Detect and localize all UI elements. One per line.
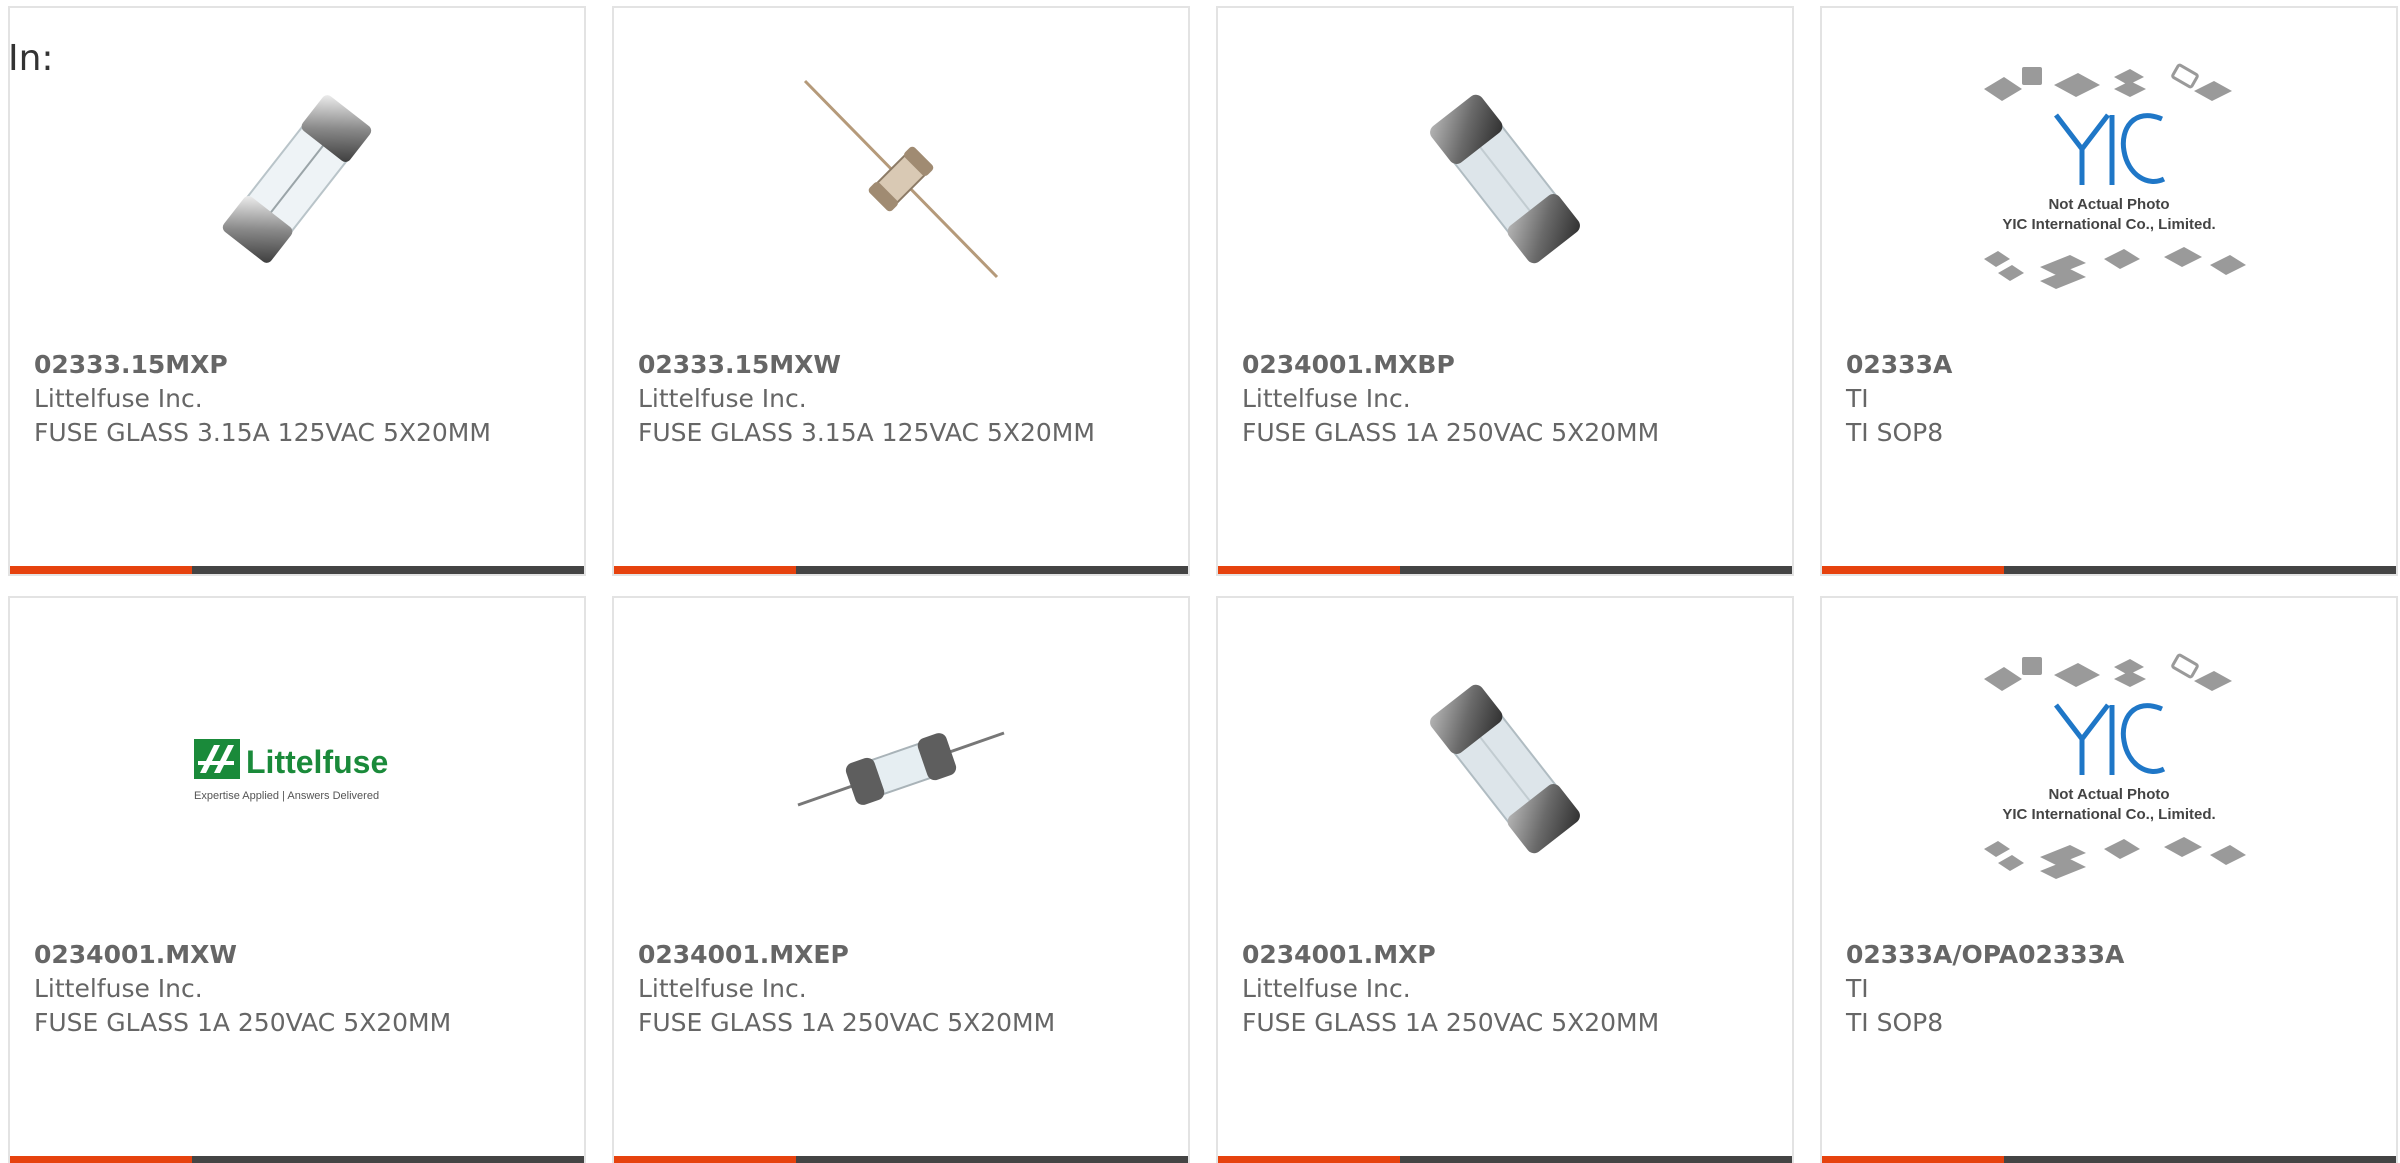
product-grid: 02333.15MXP Littelfuse Inc. FUSE GLASS 3… [8,6,2400,1163]
product-info: 0234001.MXBP Littelfuse Inc. FUSE GLASS … [1242,348,1768,450]
product-card[interactable]: 02333.15MXP Littelfuse Inc. FUSE GLASS 3… [8,6,586,576]
card-bottom-bar [10,566,584,574]
card-bottom-bar [10,1156,584,1163]
axial-fuse-icon [803,79,999,279]
product-info: 0234001.MXEP Littelfuse Inc. FUSE GLASS … [638,938,1164,1040]
product-image [614,68,1188,290]
product-card[interactable]: 02333.15MXW Littelfuse Inc. FUSE GLASS 3… [612,6,1190,576]
product-card[interactable]: Not Actual Photo YIC International Co., … [1820,596,2398,1163]
manufacturer: Littelfuse Inc. [638,384,807,413]
manufacturer: Littelfuse Inc. [638,974,807,1003]
product-info: 02333A TI TI SOP8 [1846,348,2372,450]
product-info: 0234001.MXP Littelfuse Inc. FUSE GLASS 1… [1242,938,1768,1040]
product-info: 02333.15MXP Littelfuse Inc. FUSE GLASS 3… [34,348,560,450]
placeholder-line2: YIC International Co., Limited. [2002,216,2215,233]
description: TI SOP8 [1846,418,1944,447]
axial-fuse-icon [797,731,1005,807]
part-number[interactable]: 02333.15MXP [34,348,560,382]
part-number[interactable]: 02333.15MXW [638,348,1164,382]
card-bottom-bar [1218,566,1792,574]
product-card[interactable]: 0234001.MXBP Littelfuse Inc. FUSE GLASS … [1216,6,1794,576]
manufacturer: Littelfuse Inc. [34,974,203,1003]
product-image [1218,658,1792,880]
manufacturer: Littelfuse Inc. [1242,974,1411,1003]
product-image [10,68,584,290]
product-image: Not Actual Photo YIC International Co., … [1822,63,2396,290]
part-number[interactable]: 0234001.MXEP [638,938,1164,972]
part-number[interactable]: 0234001.MXBP [1242,348,1768,382]
placeholder-line1: Not Actual Photo [2048,786,2169,803]
product-card[interactable]: 0234001.MXP Littelfuse Inc. FUSE GLASS 1… [1216,596,1794,1163]
part-number[interactable]: 0234001.MXP [1242,938,1768,972]
card-bottom-bar [1218,1156,1792,1163]
product-card[interactable]: Not Actual Photo YIC International Co., … [1820,6,2398,576]
product-info: 02333.15MXW Littelfuse Inc. FUSE GLASS 3… [638,348,1164,450]
glass-fuse-icon [1430,94,1580,264]
manufacturer: Littelfuse Inc. [34,384,203,413]
logo-brand: Littelfuse [246,744,388,780]
description: FUSE GLASS 1A 250VAC 5X20MM [638,1008,1056,1037]
placeholder-line1: Not Actual Photo [2048,196,2169,213]
product-results-page: In: 02333.15MXP Littelfuse Inc. FUSE GLA… [0,0,2400,1163]
description: FUSE GLASS 1A 250VAC 5X20MM [1242,1008,1660,1037]
product-card[interactable]: 0234001.MXEP Littelfuse Inc. FUSE GLASS … [612,596,1190,1163]
card-bottom-bar [614,566,1188,574]
product-image: Not Actual Photo YIC International Co., … [1822,653,2396,880]
glass-fuse-icon [1430,684,1580,854]
card-bottom-bar [1822,566,2396,574]
description: FUSE GLASS 3.15A 125VAC 5X20MM [34,418,491,447]
card-bottom-bar [614,1156,1188,1163]
product-image [1218,68,1792,290]
product-card[interactable]: Littelfuse Expertise Applied | Answers D… [8,596,586,1163]
part-number[interactable]: 02333A/OPA02333A [1846,938,2372,972]
yic-placeholder-image: Not Actual Photo YIC International Co., … [1984,63,2246,289]
description: TI SOP8 [1846,1008,1944,1037]
glass-fuse-icon [222,95,372,263]
littelfuse-logo: Littelfuse Expertise Applied | Answers D… [194,739,388,802]
part-number[interactable]: 02333A [1846,348,2372,382]
placeholder-line2: YIC International Co., Limited. [2002,806,2215,823]
description: FUSE GLASS 1A 250VAC 5X20MM [1242,418,1660,447]
part-number[interactable]: 0234001.MXW [34,938,560,972]
logo-tagline: Expertise Applied | Answers Delivered [194,790,379,802]
product-image: Littelfuse Expertise Applied | Answers D… [10,658,584,880]
manufacturer: Littelfuse Inc. [1242,384,1411,413]
card-bottom-bar [1822,1156,2396,1163]
description: FUSE GLASS 3.15A 125VAC 5X20MM [638,418,1095,447]
product-info: 0234001.MXW Littelfuse Inc. FUSE GLASS 1… [34,938,560,1040]
product-image [614,658,1188,880]
manufacturer: TI [1846,974,1869,1003]
in-label: In: [8,38,54,79]
description: FUSE GLASS 1A 250VAC 5X20MM [34,1008,452,1037]
product-info: 02333A/OPA02333A TI TI SOP8 [1846,938,2372,1040]
manufacturer: TI [1846,384,1869,413]
yic-placeholder-image: Not Actual Photo YIC International Co., … [1984,653,2246,879]
